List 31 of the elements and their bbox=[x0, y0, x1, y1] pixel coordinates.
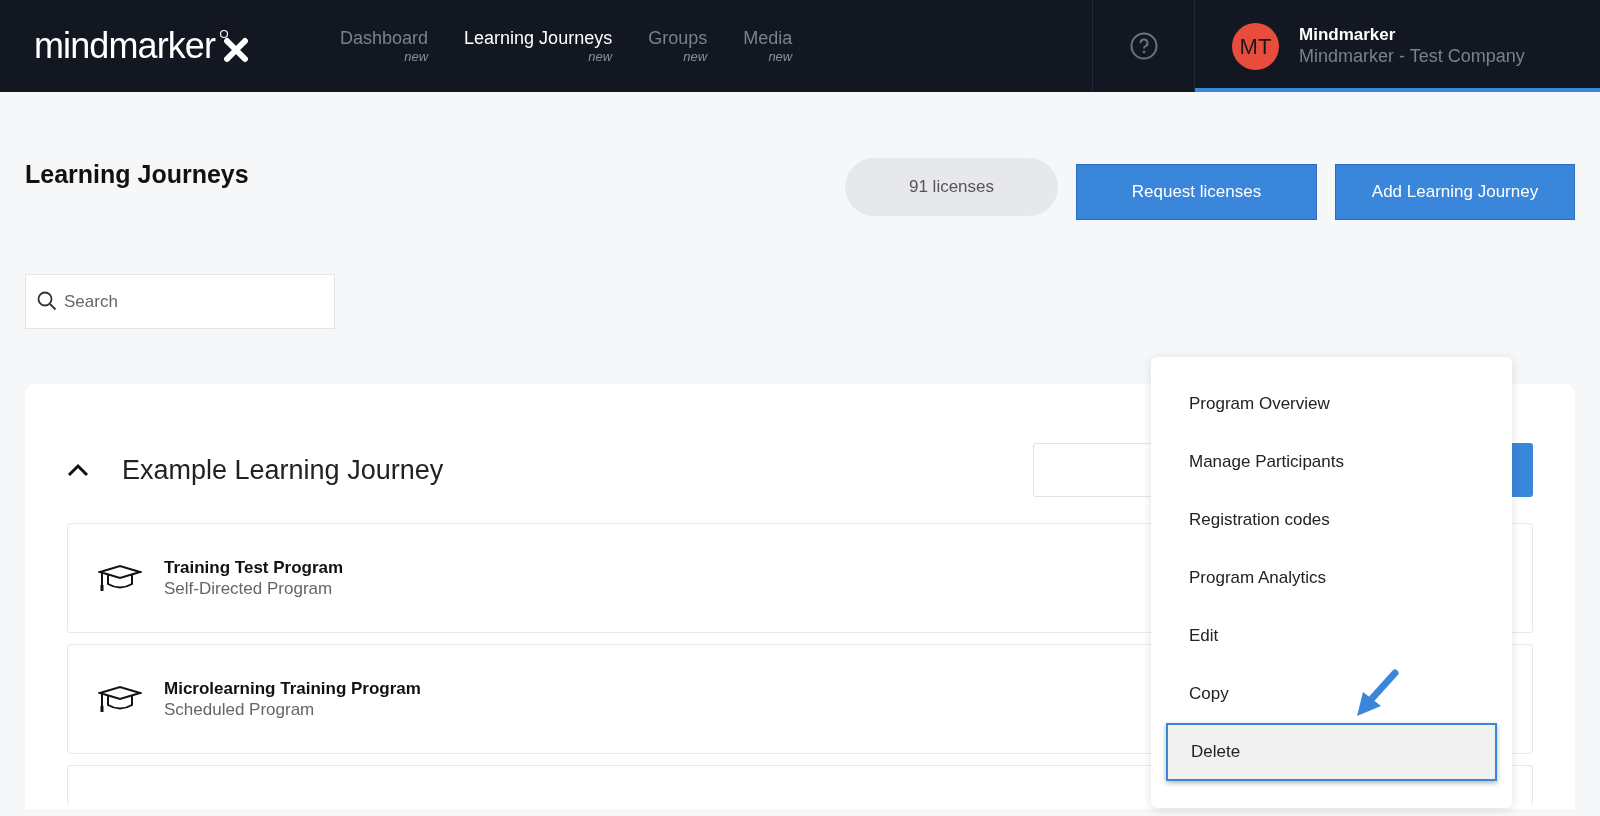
nav-tab[interactable]: Groups new bbox=[648, 26, 708, 66]
menu-item[interactable]: Program Overview bbox=[1151, 375, 1512, 433]
nav-tab[interactable]: Dashboard new bbox=[340, 26, 429, 66]
input-field[interactable] bbox=[1033, 443, 1153, 497]
nav-tab[interactable]: Media new bbox=[743, 26, 793, 66]
graduation-cap-icon bbox=[98, 685, 142, 713]
menu-item[interactable]: Copy bbox=[1151, 665, 1512, 723]
program-name: Microlearning Training Program bbox=[164, 677, 421, 699]
company-name: Mindmarker - Test Company bbox=[1299, 45, 1525, 68]
user-menu[interactable]: MT Mindmarker Mindmarker - Test Company bbox=[1194, 0, 1600, 92]
logo-x-icon bbox=[219, 29, 250, 63]
add-journey-button[interactable]: Add Learning Journey bbox=[1335, 164, 1575, 220]
program-type: Self-Directed Program bbox=[164, 578, 334, 600]
avatar: MT bbox=[1232, 22, 1279, 70]
logo-wordmark: mindmarker bbox=[34, 24, 216, 68]
search-icon bbox=[37, 291, 57, 311]
nav-tab[interactable]: Learning Journeys new bbox=[464, 26, 613, 66]
program-name: Training Test Program bbox=[164, 556, 344, 578]
license-count: 91 licenses bbox=[845, 158, 1058, 216]
program-type: Scheduled Program bbox=[164, 699, 316, 721]
menu-item[interactable]: Delete bbox=[1166, 723, 1497, 781]
user-name: Mindmarker bbox=[1299, 24, 1397, 46]
search-field[interactable]: Search bbox=[25, 274, 335, 329]
graduation-cap-icon bbox=[98, 564, 142, 592]
request-licenses-button[interactable]: Request licenses bbox=[1076, 164, 1317, 220]
help-icon[interactable] bbox=[1129, 32, 1158, 60]
journey-title: Example Learning Journey bbox=[122, 453, 445, 487]
menu-item[interactable]: Manage Participants bbox=[1151, 433, 1512, 491]
page-title: Learning Journeys bbox=[25, 159, 250, 190]
chevron-up-icon[interactable] bbox=[67, 463, 89, 477]
menu-item[interactable]: Program Analytics bbox=[1151, 549, 1512, 607]
